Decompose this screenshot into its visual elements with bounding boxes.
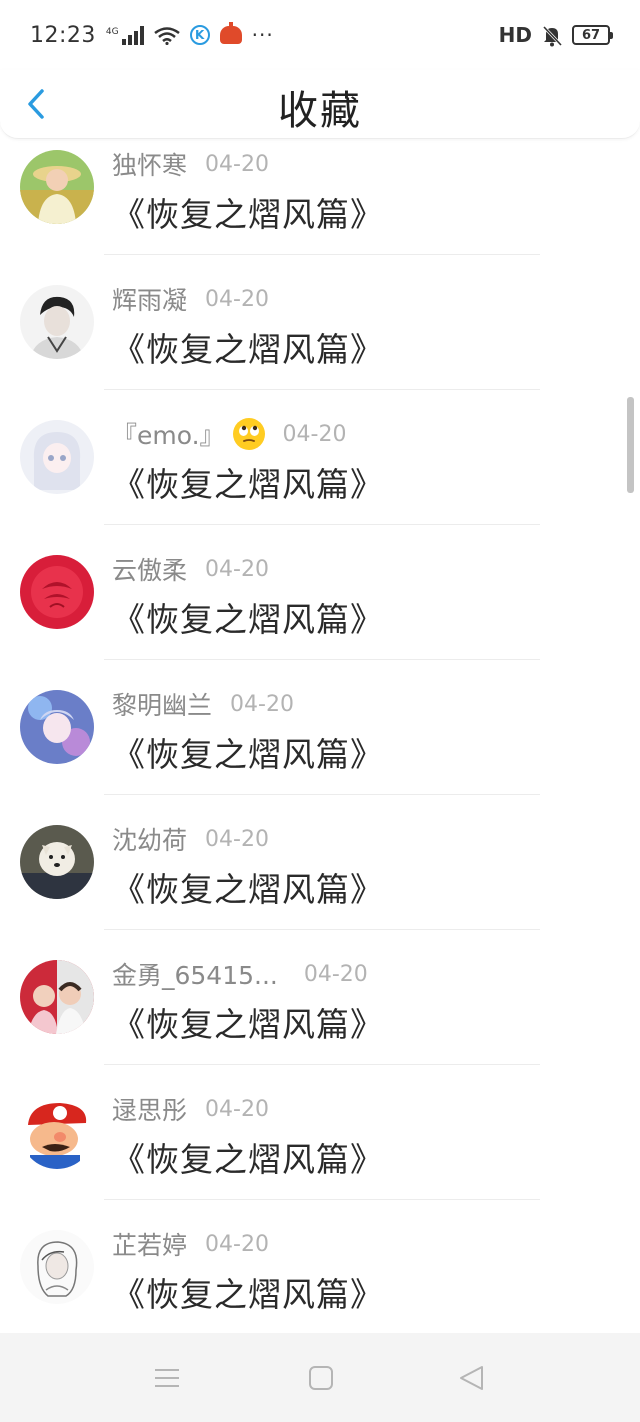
system-nav-bar (0, 1333, 640, 1422)
item-date: 04-20 (303, 961, 368, 987)
list-item[interactable]: 金勇_65415... 04-20 《恢复之熠风篇》 (0, 948, 640, 1083)
avatar[interactable] (20, 150, 94, 224)
avatar[interactable] (20, 420, 94, 494)
hd-label: HD (498, 23, 532, 47)
avatar[interactable] (20, 960, 94, 1034)
user-line: 独怀寒 04-20 (112, 146, 269, 182)
item-date: 04-20 (205, 286, 269, 312)
list-item[interactable]: 逯思彤 04-20 《恢复之熠风篇》 (0, 1083, 640, 1218)
username[interactable]: 黎明幽兰 (112, 686, 212, 722)
list-item[interactable]: 辉雨凝 04-20 《恢复之熠风篇》 (0, 273, 640, 408)
item-date: 04-20 (205, 151, 269, 177)
user-line: 逯思彤 04-20 (112, 1091, 269, 1127)
k-app-icon: K (189, 25, 210, 45)
home-square-icon (309, 1366, 333, 1390)
user-line: 金勇_65415... 04-20 (112, 956, 368, 992)
status-bar-left: 12:23 4G K ··· (30, 22, 274, 48)
back-triangle-icon (460, 1366, 483, 1390)
user-line: 沈幼荷 04-20 (112, 821, 269, 857)
status-time: 12:23 (30, 22, 96, 48)
item-date: 04-20 (205, 556, 269, 582)
avatar[interactable] (20, 825, 94, 899)
item-title[interactable]: 《恢复之熠风篇》 (112, 593, 384, 641)
item-title[interactable]: 《恢复之熠风篇》 (112, 1268, 384, 1316)
list-item[interactable]: 芷若婷 04-20 《恢复之熠风篇》 (0, 1218, 640, 1333)
divider (104, 524, 540, 525)
username[interactable]: 芷若婷 (112, 1226, 187, 1262)
username[interactable]: 逯思彤 (112, 1091, 187, 1127)
username[interactable]: 金勇_65415... (112, 956, 278, 992)
list-item[interactable]: 云傲柔 04-20 《恢复之熠风篇》 (0, 543, 640, 678)
item-date: 04-20 (205, 826, 269, 852)
divider (104, 929, 540, 930)
scrollbar[interactable] (627, 397, 634, 493)
item-title[interactable]: 《恢复之熠风篇》 (112, 323, 384, 371)
item-title[interactable]: 《恢复之熠风篇》 (112, 458, 384, 506)
avatar[interactable] (20, 1230, 94, 1304)
list-item[interactable]: 黎明幽兰 04-20 《恢复之熠风篇》 (0, 678, 640, 813)
username[interactable]: 『emo.』 (112, 416, 225, 452)
divider (104, 254, 540, 255)
network-type-label: 4G (105, 27, 119, 37)
avatar[interactable] (20, 285, 94, 359)
divider (104, 794, 540, 795)
avatar[interactable] (20, 1095, 94, 1169)
avatar[interactable] (20, 555, 94, 629)
battery-icon: 67 (572, 25, 613, 45)
divider (104, 659, 540, 660)
item-title[interactable]: 《恢复之熠风篇》 (112, 728, 384, 776)
list-item[interactable]: 『emo.』 04-20 《恢复之熠风篇》 (0, 408, 640, 543)
eye-roll-emoji-icon (232, 418, 265, 450)
item-title[interactable]: 《恢复之熠风篇》 (112, 188, 384, 236)
wifi-icon (153, 26, 180, 46)
item-date: 04-20 (205, 1231, 269, 1257)
divider (104, 1199, 540, 1200)
user-line: 『emo.』 04-20 (112, 416, 346, 452)
user-line: 云傲柔 04-20 (112, 551, 269, 587)
item-date: 04-20 (205, 1096, 269, 1122)
list-item[interactable]: 沈幼荷 04-20 《恢复之熠风篇》 (0, 813, 640, 948)
item-date: 04-20 (230, 691, 294, 717)
avatar[interactable] (20, 690, 94, 764)
item-title[interactable]: 《恢复之熠风篇》 (112, 863, 384, 911)
username[interactable]: 沈幼荷 (112, 821, 187, 857)
app-header: 收藏 (0, 70, 640, 139)
username[interactable]: 辉雨凝 (112, 281, 187, 317)
user-line: 芷若婷 04-20 (112, 1226, 269, 1262)
username[interactable]: 独怀寒 (112, 146, 187, 182)
favorites-list: 独怀寒 04-20 《恢复之熠风篇》 辉雨凝 04-20 《恢复之熠风篇》 『e… (0, 138, 640, 1333)
more-notifications-icon: ··· (251, 23, 274, 47)
status-bar: 12:23 4G K ··· HD 67 (0, 0, 640, 70)
username[interactable]: 云傲柔 (112, 551, 187, 587)
item-title[interactable]: 《恢复之熠风篇》 (112, 998, 384, 1046)
divider (104, 1064, 540, 1065)
nav-back-button[interactable] (456, 1363, 486, 1393)
item-date: 04-20 (282, 421, 347, 447)
user-line: 黎明幽兰 04-20 (112, 686, 294, 722)
menu-button[interactable] (152, 1363, 182, 1393)
menu-icon (155, 1369, 179, 1387)
bell-muted-icon (542, 25, 563, 47)
page-title: 收藏 (278, 88, 362, 134)
status-bar-right: HD 67 (498, 23, 613, 47)
divider (104, 389, 540, 390)
user-line: 辉雨凝 04-20 (112, 281, 269, 317)
list-item[interactable]: 独怀寒 04-20 《恢复之熠风篇》 (0, 138, 640, 273)
home-button[interactable] (306, 1363, 336, 1393)
app-notification-icon (219, 22, 242, 44)
signal-icon: 4G (106, 25, 144, 45)
item-title[interactable]: 《恢复之熠风篇》 (112, 1133, 384, 1181)
